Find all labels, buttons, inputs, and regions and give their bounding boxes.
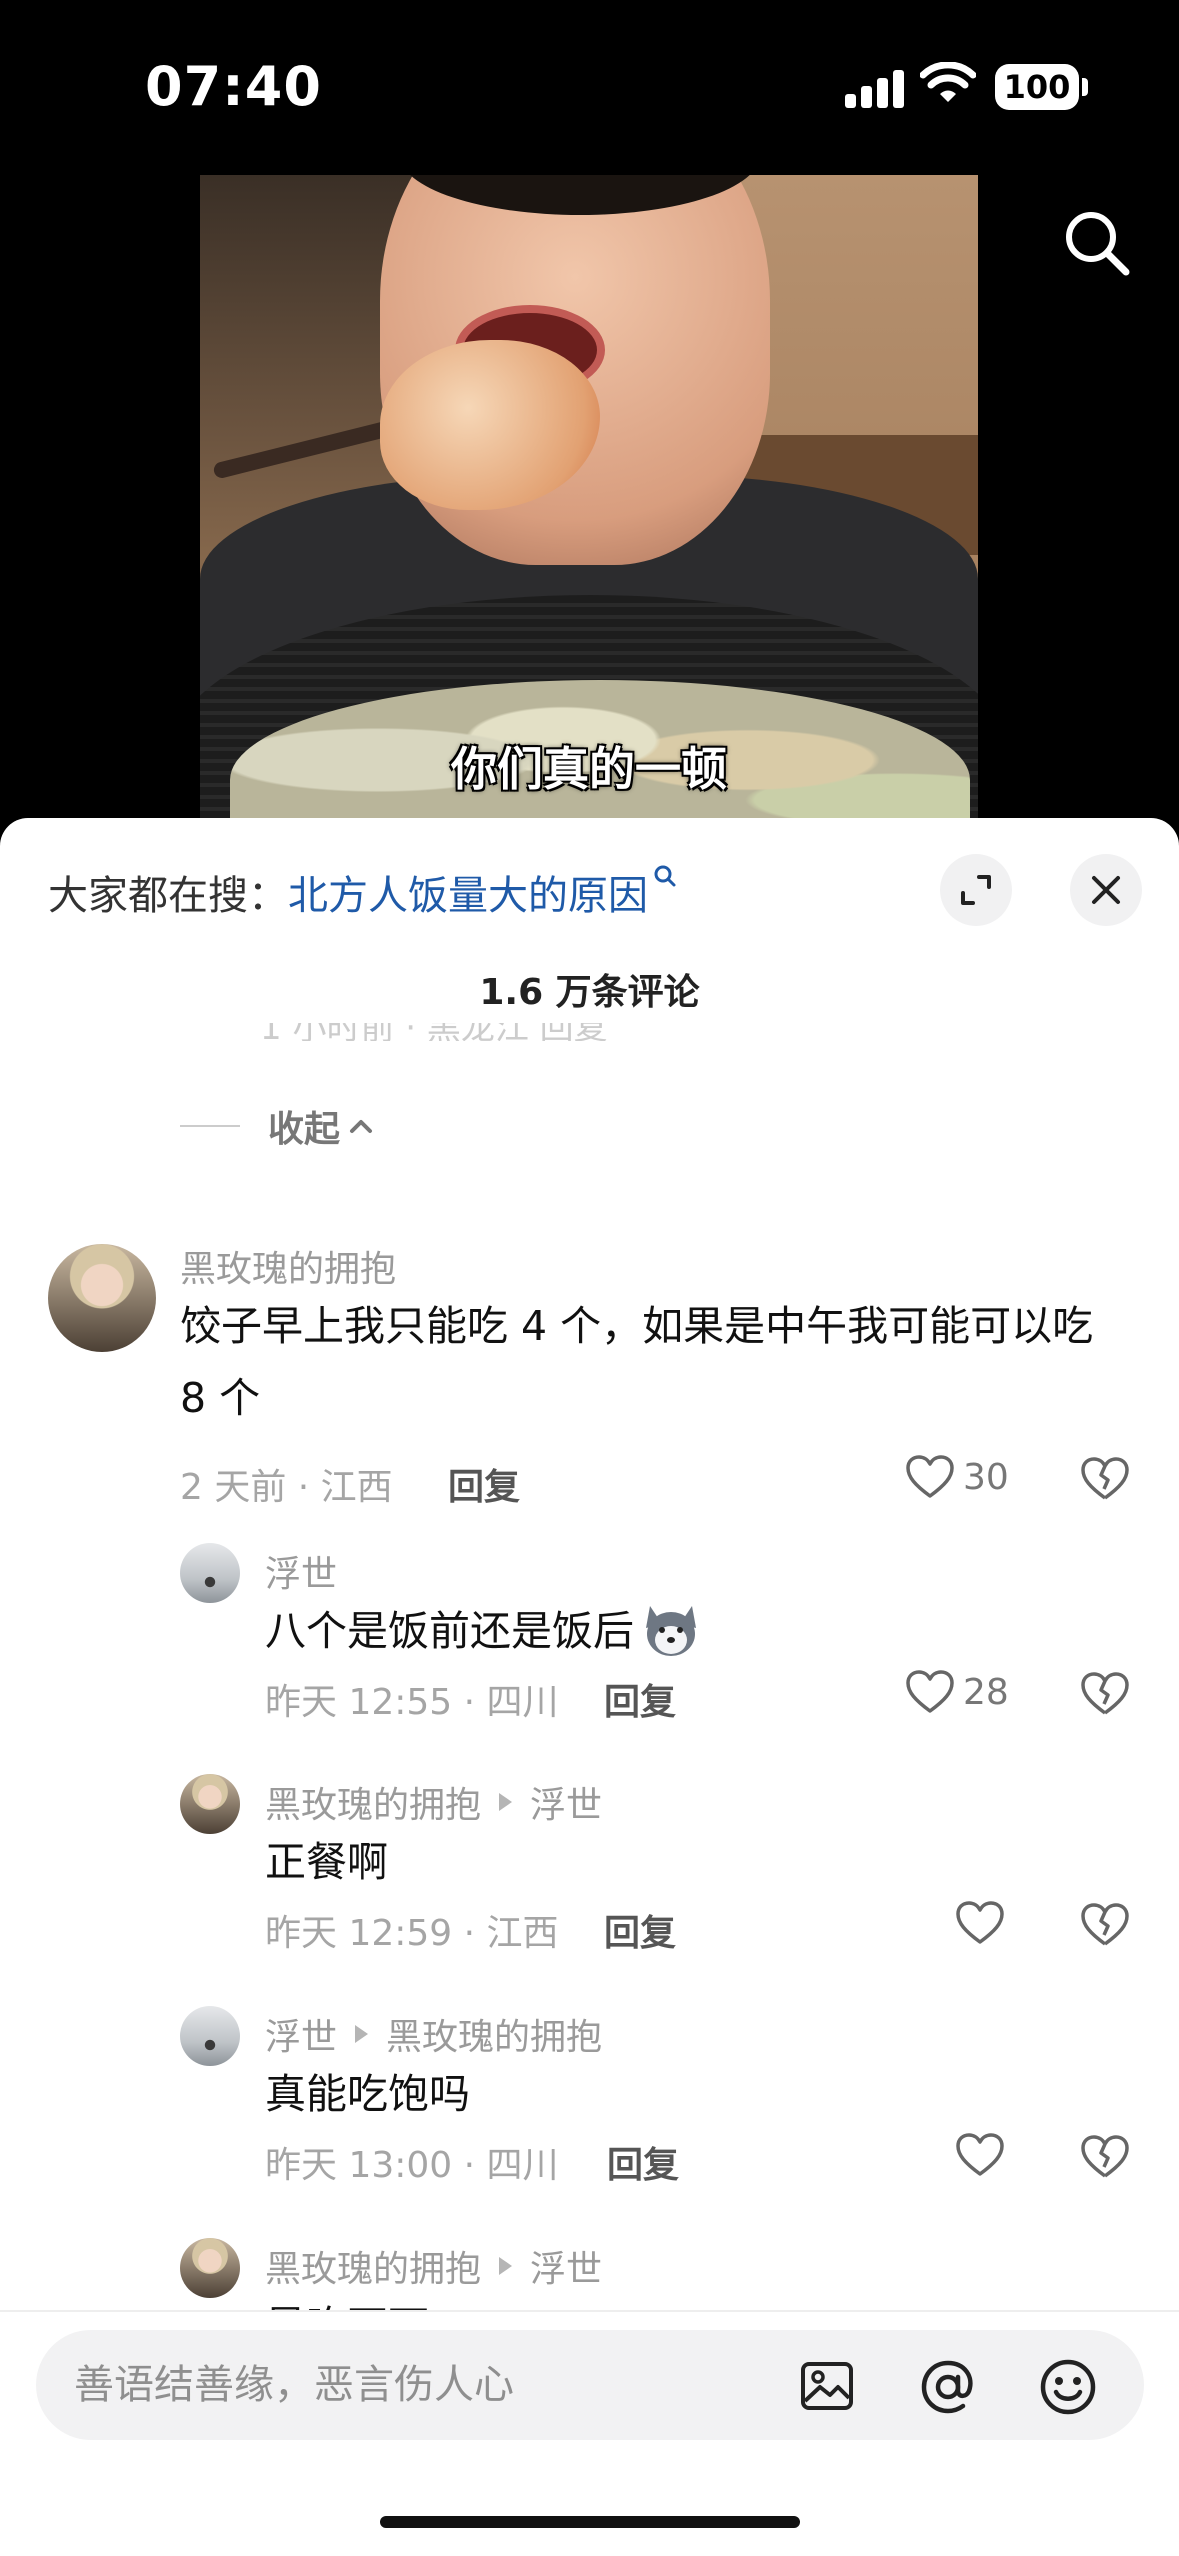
heart-icon bbox=[956, 1901, 1004, 1944]
reply-to-arrow-icon bbox=[499, 2257, 513, 2275]
comment-sheet: 大家都在搜：北方人饭量大的原因 1.6 万条评论 1 小时前 · 黑龙江 回复 … bbox=[0, 818, 1179, 2556]
emoji-icon[interactable] bbox=[1038, 2357, 1098, 2417]
comment-text: 饺子早上我只能吃 4 个，如果是中午我可能可以吃 8 个 bbox=[180, 1302, 1094, 1422]
status-bar: 07:40 100 bbox=[0, 0, 1179, 170]
reply-meta: 昨天 12:59 · 江西 bbox=[265, 1913, 559, 1954]
like-count: 28 bbox=[963, 1671, 1009, 1713]
status-time: 07:40 bbox=[145, 55, 322, 118]
reply-item: 浮世 黑玫瑰的拥抱 真能吃饱吗 昨天 13:00 · 四川 回复 bbox=[0, 1986, 1179, 2216]
reply-button[interactable]: 回复 bbox=[607, 2136, 679, 2188]
reply-author[interactable]: 浮世 bbox=[265, 2008, 337, 2060]
heart-icon bbox=[906, 1670, 954, 1713]
reply-button[interactable]: 回复 bbox=[604, 1904, 676, 1956]
battery-icon: 100 bbox=[995, 64, 1079, 110]
collapse-divider bbox=[180, 1125, 240, 1127]
wifi-icon bbox=[920, 62, 976, 102]
reply-text: 八个是饭前还是饭后 bbox=[265, 1595, 1085, 1667]
mention-icon[interactable] bbox=[918, 2357, 978, 2417]
avatar[interactable] bbox=[180, 1774, 240, 1834]
expand-icon bbox=[961, 875, 991, 905]
comment-meta: 2 天前 · 江西 bbox=[180, 1467, 393, 1508]
reply-username[interactable]: 浮世 黑玫瑰的拥抱 bbox=[265, 2008, 602, 2060]
close-icon bbox=[1092, 876, 1120, 904]
avatar[interactable] bbox=[48, 1244, 156, 1352]
like-button[interactable] bbox=[955, 1900, 1013, 1946]
heart-icon bbox=[956, 2133, 1004, 2176]
like-count: 30 bbox=[963, 1456, 1009, 1498]
like-button[interactable] bbox=[955, 2132, 1013, 2178]
broken-heart-icon[interactable] bbox=[1080, 1671, 1130, 1717]
search-small-icon bbox=[654, 865, 676, 887]
reply-username[interactable]: 黑玫瑰的拥抱 浮世 bbox=[265, 1776, 602, 1828]
comment-username[interactable]: 黑玫瑰的拥抱 bbox=[180, 1240, 396, 1292]
image-icon[interactable] bbox=[798, 2357, 856, 2415]
reply-text-content: 八个是饭前还是饭后 bbox=[265, 1607, 634, 1655]
reply-button[interactable]: 回复 bbox=[448, 1458, 520, 1510]
reply-target[interactable]: 黑玫瑰的拥抱 bbox=[386, 2008, 602, 2060]
reply-meta: 昨天 12:55 · 四川 bbox=[265, 1682, 559, 1723]
cutoff-comment-meta: 1 小时前 · 黑龙江 回复 bbox=[260, 1023, 608, 1041]
like-button[interactable]: 30 bbox=[905, 1454, 1009, 1500]
reply-username[interactable]: 浮世 bbox=[265, 1545, 337, 1597]
comment-input[interactable] bbox=[74, 2330, 794, 2440]
reply-text: 真能吃饱吗 bbox=[265, 2070, 470, 2118]
comment-count: 1.6 万条评论 bbox=[479, 972, 700, 1013]
comment-item: 黑玫瑰的拥抱 饺子早上我只能吃 4 个，如果是中午我可能可以吃 8 个 2 天前… bbox=[0, 1218, 1179, 1548]
trending-search-prefix: 大家都在搜： bbox=[48, 873, 288, 919]
heart-icon bbox=[906, 1455, 954, 1498]
reply-target[interactable]: 浮世 bbox=[530, 1776, 602, 1828]
cellular-signal-icon bbox=[845, 68, 905, 108]
close-button[interactable] bbox=[1070, 854, 1142, 926]
reply-username[interactable]: 黑玫瑰的拥抱 浮世 bbox=[265, 2240, 602, 2292]
trending-search[interactable]: 大家都在搜：北方人饭量大的原因 bbox=[48, 863, 678, 921]
reply-button[interactable]: 回复 bbox=[604, 1673, 676, 1725]
broken-heart-icon[interactable] bbox=[1080, 1456, 1130, 1502]
video-subtitle: 你们真的一顿 bbox=[451, 742, 727, 796]
like-button[interactable]: 28 bbox=[905, 1669, 1009, 1715]
avatar[interactable] bbox=[180, 1543, 240, 1603]
comment-input-pill bbox=[36, 2330, 1144, 2440]
trending-search-link[interactable]: 北方人饭量大的原因 bbox=[288, 873, 648, 919]
husky-emoji-icon bbox=[646, 1606, 696, 1656]
search-icon[interactable] bbox=[1062, 208, 1132, 278]
reply-item: 黑玫瑰的拥抱 浮世 正餐啊 昨天 12:59 · 江西 回复 bbox=[0, 1754, 1179, 1984]
reply-text: 是吃不下 bbox=[265, 2290, 1085, 2310]
avatar[interactable] bbox=[180, 2238, 240, 2298]
collapse-label: 收起 bbox=[268, 1109, 341, 1150]
broken-heart-icon[interactable] bbox=[1080, 1902, 1130, 1948]
chevron-up-icon bbox=[350, 1120, 373, 1133]
reply-meta: 昨天 13:00 · 四川 bbox=[265, 2145, 559, 2186]
expand-button[interactable] bbox=[940, 854, 1012, 926]
reply-item: 浮世 八个是饭前还是饭后 昨天 12:55 · 四川 回复 28 bbox=[0, 1523, 1179, 1753]
collapse-replies-button[interactable]: 收起 bbox=[180, 1100, 376, 1152]
video-player[interactable]: 你们真的一顿 bbox=[200, 175, 978, 835]
reply-target[interactable]: 浮世 bbox=[530, 2240, 602, 2292]
reply-item: 黑玫瑰的拥抱 浮世 是吃不下 bbox=[0, 2218, 1179, 2310]
avatar[interactable] bbox=[180, 2006, 240, 2066]
battery-tip bbox=[1082, 78, 1088, 96]
broken-heart-icon[interactable] bbox=[1080, 2134, 1130, 2180]
home-indicator[interactable] bbox=[380, 2516, 800, 2528]
reply-author[interactable]: 黑玫瑰的拥抱 bbox=[265, 1776, 481, 1828]
reply-text: 正餐啊 bbox=[265, 1838, 388, 1886]
reply-to-arrow-icon bbox=[355, 2025, 369, 2043]
reply-to-arrow-icon bbox=[499, 1793, 513, 1811]
reply-author[interactable]: 黑玫瑰的拥抱 bbox=[265, 2240, 481, 2292]
